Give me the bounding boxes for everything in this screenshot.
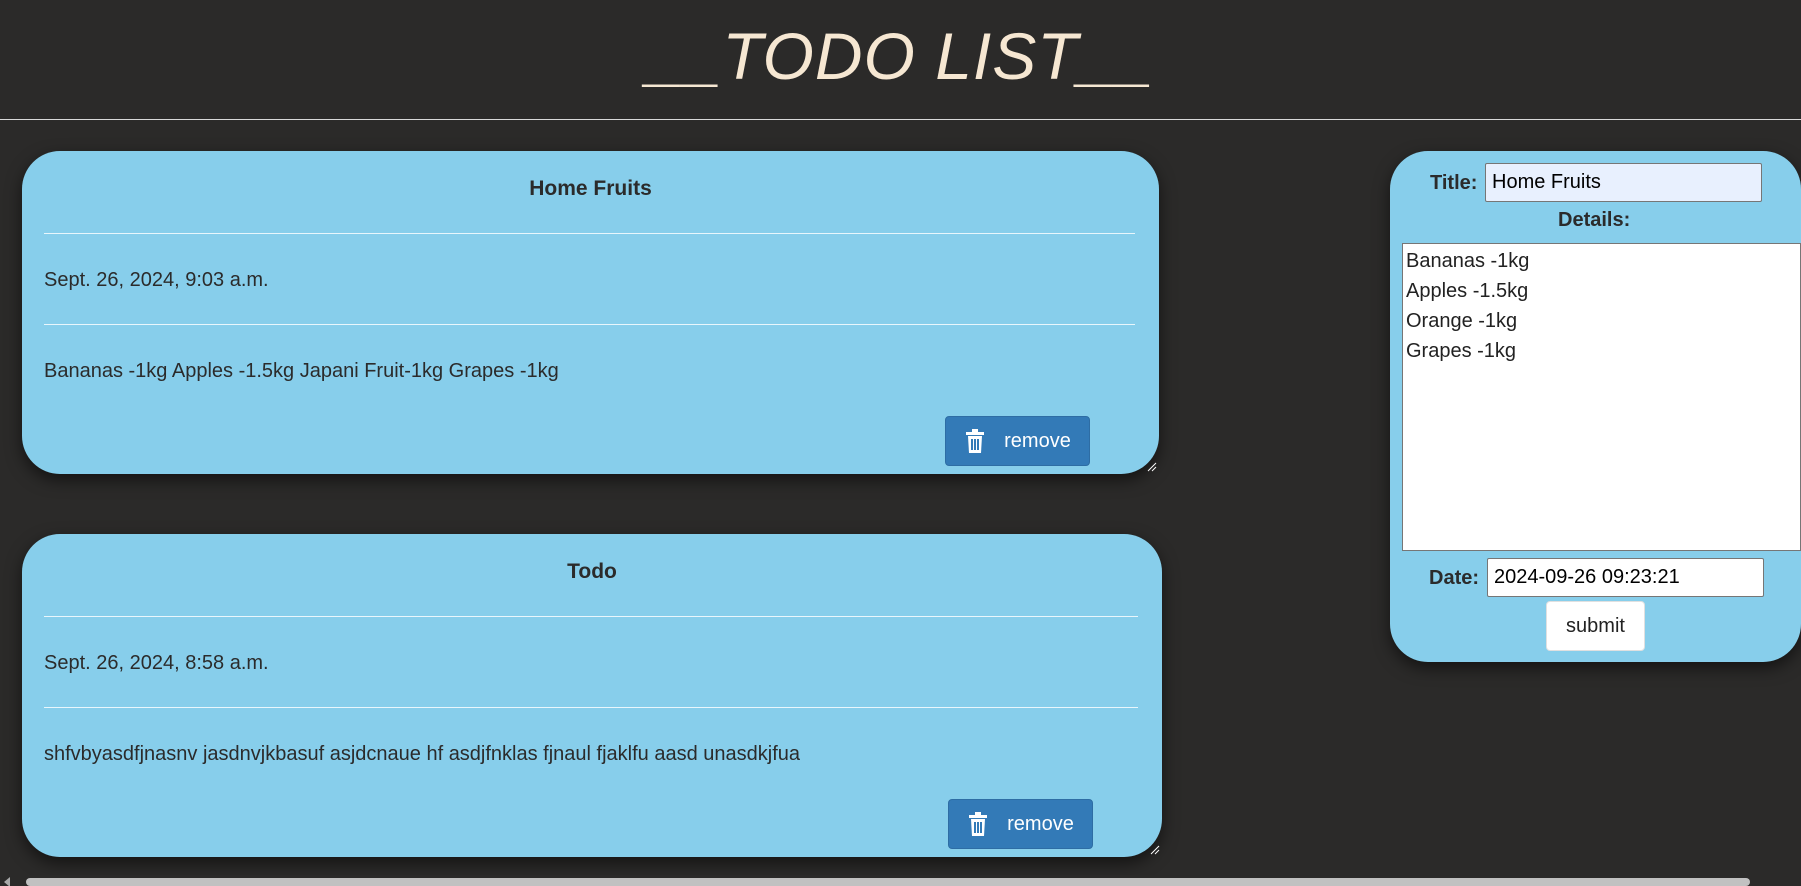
header: __TODO LIST__ bbox=[0, 0, 1801, 120]
scrollbar-thumb[interactable] bbox=[26, 878, 1750, 886]
title-input[interactable] bbox=[1485, 163, 1762, 202]
todo-form: Title: Details: Bananas -1kg Apples -1.5… bbox=[1390, 151, 1801, 662]
submit-button[interactable]: submit bbox=[1546, 601, 1645, 651]
details-label: Details: bbox=[1558, 209, 1631, 231]
todo-date: Sept. 26, 2024, 8:58 a.m. bbox=[44, 652, 269, 674]
divider bbox=[44, 707, 1138, 708]
todo-details: Bananas -1kg Apples -1.5kg Japani Fruit-… bbox=[44, 360, 559, 382]
todo-card: Todo Sept. 26, 2024, 8:58 a.m. shfvbyasd… bbox=[22, 534, 1162, 857]
divider bbox=[44, 616, 1138, 617]
trash-icon bbox=[969, 812, 988, 836]
remove-label: remove bbox=[1007, 812, 1074, 835]
resize-handle-icon[interactable] bbox=[1150, 845, 1160, 855]
title-label: Title: bbox=[1430, 172, 1478, 194]
page-title: __TODO LIST__ bbox=[646, 19, 1154, 93]
todo-title: Home Fruits bbox=[529, 177, 652, 200]
date-label: Date: bbox=[1429, 567, 1480, 589]
divider bbox=[44, 324, 1135, 325]
remove-button[interactable]: remove bbox=[945, 416, 1090, 466]
trash-icon bbox=[966, 429, 985, 453]
date-input[interactable] bbox=[1487, 558, 1764, 597]
todo-date: Sept. 26, 2024, 9:03 a.m. bbox=[44, 269, 269, 291]
todo-details: shfvbyasdfjnasnv jasdnvjkbasuf asjdcnaue… bbox=[44, 743, 801, 765]
details-textarea[interactable]: Bananas -1kg Apples -1.5kg Orange -1kg G… bbox=[1402, 243, 1801, 551]
todo-card: Home Fruits Sept. 26, 2024, 9:03 a.m. Ba… bbox=[22, 151, 1159, 474]
remove-button[interactable]: remove bbox=[948, 799, 1093, 849]
remove-label: remove bbox=[1004, 429, 1071, 452]
scroll-left-icon[interactable] bbox=[4, 877, 10, 886]
horizontal-scrollbar[interactable] bbox=[0, 875, 1801, 886]
todo-title: Todo bbox=[567, 560, 617, 583]
divider bbox=[44, 233, 1135, 234]
resize-handle-icon[interactable] bbox=[1147, 462, 1157, 472]
page: __TODO LIST__ Home Fruits Sept. 26, 2024… bbox=[0, 0, 1801, 886]
